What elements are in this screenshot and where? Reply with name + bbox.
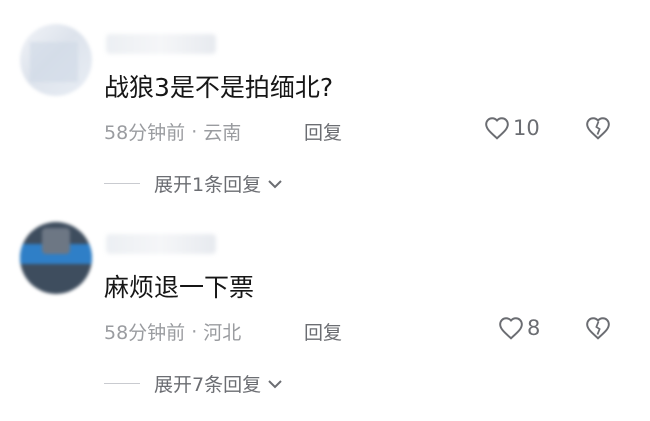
comment-time: 58分钟前	[104, 122, 186, 144]
meta-separator: ·	[191, 120, 198, 143]
divider-line	[104, 183, 140, 184]
comment-time: 58分钟前	[104, 322, 186, 344]
broken-heart-icon	[586, 317, 610, 340]
dislike-button[interactable]	[585, 316, 611, 344]
reply-button[interactable]: 回复	[304, 118, 342, 145]
expand-replies-label: 展开1条回复	[154, 174, 262, 196]
comment-text: 战狼3是不是拍缅北?	[104, 73, 334, 102]
comment-meta: 58分钟前 · 云南	[104, 118, 241, 145]
divider-line	[104, 383, 140, 384]
username-blurred[interactable]	[106, 34, 216, 54]
meta-separator: ·	[191, 320, 198, 343]
like-count: 8	[527, 316, 541, 340]
comment-meta: 58分钟前 · 河北	[104, 318, 241, 345]
comment-location: 河北	[203, 322, 242, 344]
chevron-down-icon	[268, 379, 282, 388]
comment-text: 麻烦退一下票	[104, 273, 255, 302]
expand-replies-button[interactable]: 展开7条回复	[104, 370, 283, 397]
dislike-button[interactable]	[585, 116, 611, 144]
avatar[interactable]	[20, 24, 92, 96]
reply-button[interactable]: 回复	[304, 318, 342, 345]
heart-icon	[485, 117, 509, 140]
expand-replies-button[interactable]: 展开1条回复	[104, 170, 283, 197]
expand-replies-label: 展开7条回复	[154, 374, 262, 396]
avatar[interactable]	[20, 222, 92, 294]
broken-heart-icon	[586, 117, 610, 140]
like-button[interactable]: 8	[498, 316, 540, 340]
like-button[interactable]: 10	[484, 116, 540, 140]
comment-location: 云南	[203, 122, 242, 144]
heart-icon	[499, 317, 523, 340]
username-blurred[interactable]	[106, 234, 216, 254]
like-count: 10	[513, 116, 540, 140]
chevron-down-icon	[268, 179, 282, 188]
